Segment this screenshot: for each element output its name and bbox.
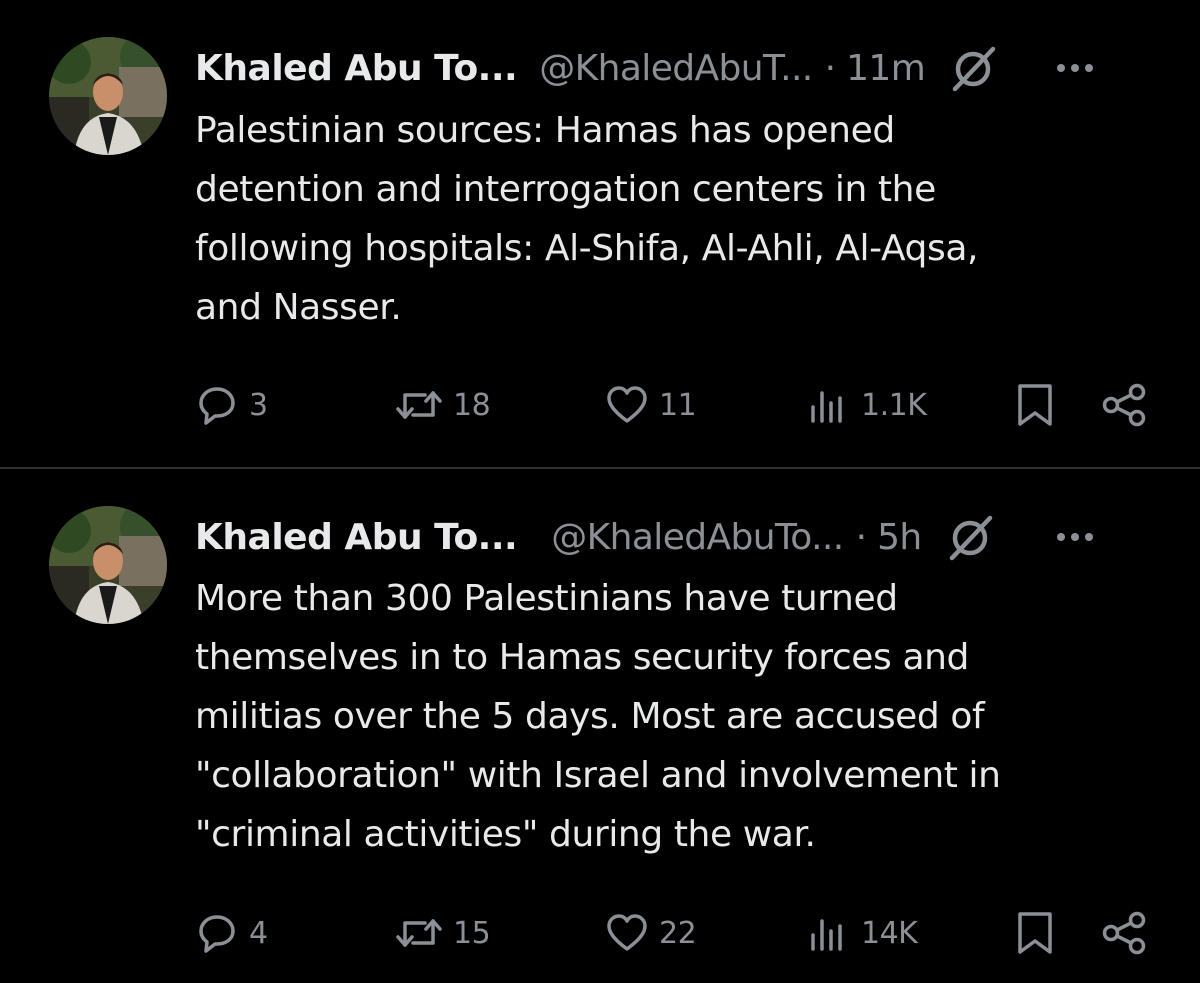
grok-icon[interactable] [946,512,996,562]
like-count: 22 [659,915,697,951]
view-count: 1.1K [861,387,927,423]
tweet-text-line: Palestinian sources: Hamas has opened [195,110,895,151]
bookmark-button[interactable] [1015,375,1055,435]
share-button[interactable] [1100,903,1148,963]
reply-bubble-icon [195,383,239,427]
share-icon [1100,910,1148,956]
separator-dot: · [824,47,837,89]
bookmark-button[interactable] [1015,903,1055,963]
view-count: 14K [861,915,918,951]
user-handle[interactable]: @KhaledAbuT... [539,48,813,89]
action-bar: 4 15 22 14K [195,903,1155,963]
tweet-text-line: "criminal activities" during the war. [195,814,816,855]
views-button[interactable]: 1.1K [807,375,927,435]
timestamp[interactable]: 11m [846,48,926,89]
timeline-feed: Khaled Abu To... @KhaledAbuT... · 11m Pa… [0,0,1200,983]
grok-icon[interactable] [949,43,999,93]
tweet-header: Khaled Abu To... @KhaledAbuTo... · 5h [195,507,1155,567]
repost-arrows-icon [395,911,443,955]
tweet-text: More than 300 Palestinians have turned t… [195,569,1125,864]
like-button[interactable]: 22 [605,903,697,963]
reply-button[interactable]: 4 [195,903,268,963]
separator-dot: · [855,516,868,558]
views-bars-icon [807,911,851,955]
tweet-text-line: themselves in to Hamas security forces a… [195,637,969,678]
display-name[interactable]: Khaled Abu To... [195,48,518,89]
views-bars-icon [807,383,851,427]
like-button[interactable]: 11 [605,375,697,435]
tweet-text: Palestinian sources: Hamas has opened de… [195,101,1125,337]
tweet-text-line: and Nasser. [195,287,402,328]
repost-count: 15 [453,915,491,951]
heart-icon [605,911,649,955]
user-handle[interactable]: @KhaledAbuTo... [551,517,844,558]
avatar[interactable] [49,506,167,624]
action-bar: 3 18 11 1.1K [195,375,1155,435]
avatar[interactable] [49,37,167,155]
repost-button[interactable]: 15 [395,903,491,963]
more-dots-icon[interactable] [1053,48,1097,88]
repost-arrows-icon [395,383,443,427]
tweet-text-line: More than 300 Palestinians have turned [195,578,898,619]
bookmark-icon [1015,910,1055,956]
tweet-text-line: militias over the 5 days. Most are accus… [195,696,985,737]
tweet-header: Khaled Abu To... @KhaledAbuT... · 11m [195,38,1155,98]
reply-bubble-icon [195,911,239,955]
like-count: 11 [659,387,697,423]
heart-icon [605,383,649,427]
tweet-text-line: following hospitals: Al-Shifa, Al-Ahli, … [195,228,979,269]
views-button[interactable]: 14K [807,903,918,963]
tweet[interactable]: Khaled Abu To... @KhaledAbuTo... · 5h Mo… [0,469,1200,983]
timestamp[interactable]: 5h [877,517,922,558]
share-button[interactable] [1100,375,1148,435]
tweet-text-line: "collaboration" with Israel and involvem… [195,755,1001,796]
reply-count: 3 [249,387,268,423]
repost-button[interactable]: 18 [395,375,491,435]
reply-count: 4 [249,915,268,951]
more-dots-icon[interactable] [1053,517,1097,557]
share-icon [1100,382,1148,428]
tweet-text-line: detention and interrogation centers in t… [195,169,936,210]
reply-button[interactable]: 3 [195,375,268,435]
repost-count: 18 [453,387,491,423]
display-name[interactable]: Khaled Abu To... [195,517,518,558]
tweet[interactable]: Khaled Abu To... @KhaledAbuT... · 11m Pa… [0,0,1200,468]
bookmark-icon [1015,382,1055,428]
